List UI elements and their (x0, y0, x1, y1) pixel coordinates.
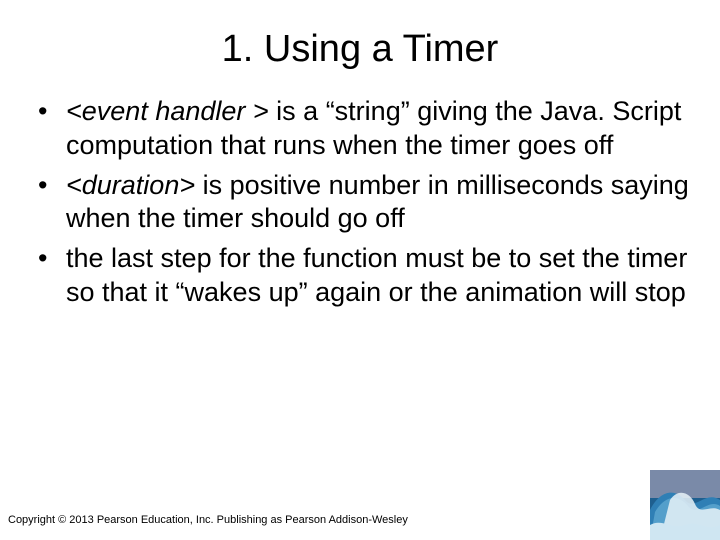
slide: 1. Using a Timer <event handler > is a “… (0, 0, 720, 540)
list-item: <duration> is positive number in millise… (38, 169, 700, 237)
bullet-list: <event handler > is a “string” giving th… (38, 95, 700, 310)
bullet-lead-italic: <duration> (66, 170, 195, 200)
slide-body: <event handler > is a “string” giving th… (0, 95, 720, 310)
wave-image-icon (650, 470, 720, 540)
copyright-footer: Copyright © 2013 Pearson Education, Inc.… (8, 514, 408, 526)
list-item: <event handler > is a “string” giving th… (38, 95, 700, 163)
slide-title: 1. Using a Timer (0, 0, 720, 95)
bullet-text: the last step for the function must be t… (66, 243, 687, 307)
bullet-lead-italic: <event handler > (66, 96, 269, 126)
list-item: the last step for the function must be t… (38, 242, 700, 310)
